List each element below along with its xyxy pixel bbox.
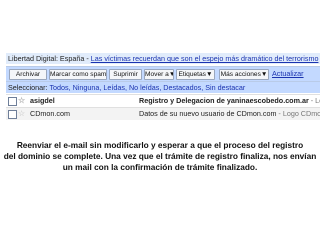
more-actions-dropdown[interactable]: Más acciones▼ [219, 69, 269, 80]
caption-line: un mail con la confirmación de trámite f… [62, 162, 258, 172]
select-prefix: Seleccionar: [8, 83, 48, 92]
message-row[interactable]: ☆ CDmon.com Datos de su nuevo usuario de… [6, 107, 320, 120]
message-snippet: - Logo CDmo [276, 109, 320, 118]
mark-spam-button[interactable]: Marcar como spam [49, 69, 107, 80]
message-sender: CDmon.com [30, 109, 70, 118]
web-clip-source: Libertad Digital: España [8, 54, 85, 63]
message-checkbox[interactable] [8, 110, 17, 119]
star-icon[interactable]: ☆ [18, 108, 25, 120]
web-clip-bar: Libertad Digital: España - Las víctimas … [6, 53, 320, 64]
message-checkbox[interactable] [8, 97, 17, 106]
archive-button[interactable]: Archivar [9, 69, 47, 80]
caption-line: del dominio se complete. Una vez que el … [3, 151, 317, 161]
mail-toolbar: Archivar Marcar como spam Suprimir Mover… [6, 66, 320, 82]
message-row[interactable]: ☆ asigdel Registro y Delegacion de yanin… [6, 94, 320, 107]
instruction-caption: Reenviar el e-mail sin modificarlo y esp… [0, 140, 320, 173]
message-subject: Registro y Delegacion de yaninaescobedo.… [139, 95, 320, 107]
select-options[interactable]: Todos, Ninguna, Leídas, No leídas, Desta… [49, 83, 245, 92]
gmail-screenshot: Libertad Digital: España - Las víctimas … [6, 44, 320, 122]
message-subject-text: Registro y Delegacion de yaninaescobedo.… [139, 96, 309, 105]
labels-dropdown[interactable]: Etiquetas▼ [176, 69, 215, 80]
web-clip-link[interactable]: Las víctimas recuerdan que son el espejo… [91, 54, 319, 63]
message-snippet: - Logo CDmo [310, 96, 320, 105]
select-bar: Seleccionar: Todos, Ninguna, Leídas, No … [6, 82, 320, 93]
star-icon[interactable]: ☆ [18, 95, 25, 107]
delete-button[interactable]: Suprimir [109, 69, 142, 80]
message-subject: Datos de su nuevo usuario de CDmon.com -… [139, 108, 320, 120]
web-clip-separator: - [86, 54, 89, 63]
move-to-dropdown[interactable]: Mover a▼ [144, 69, 174, 80]
caption-line: Reenviar el e-mail sin modificarlo y esp… [16, 140, 304, 150]
message-subject-text: Datos de su nuevo usuario de CDmon.com [139, 109, 277, 118]
refresh-link[interactable]: Actualizar [272, 68, 304, 80]
message-sender: asigdel [30, 96, 55, 105]
